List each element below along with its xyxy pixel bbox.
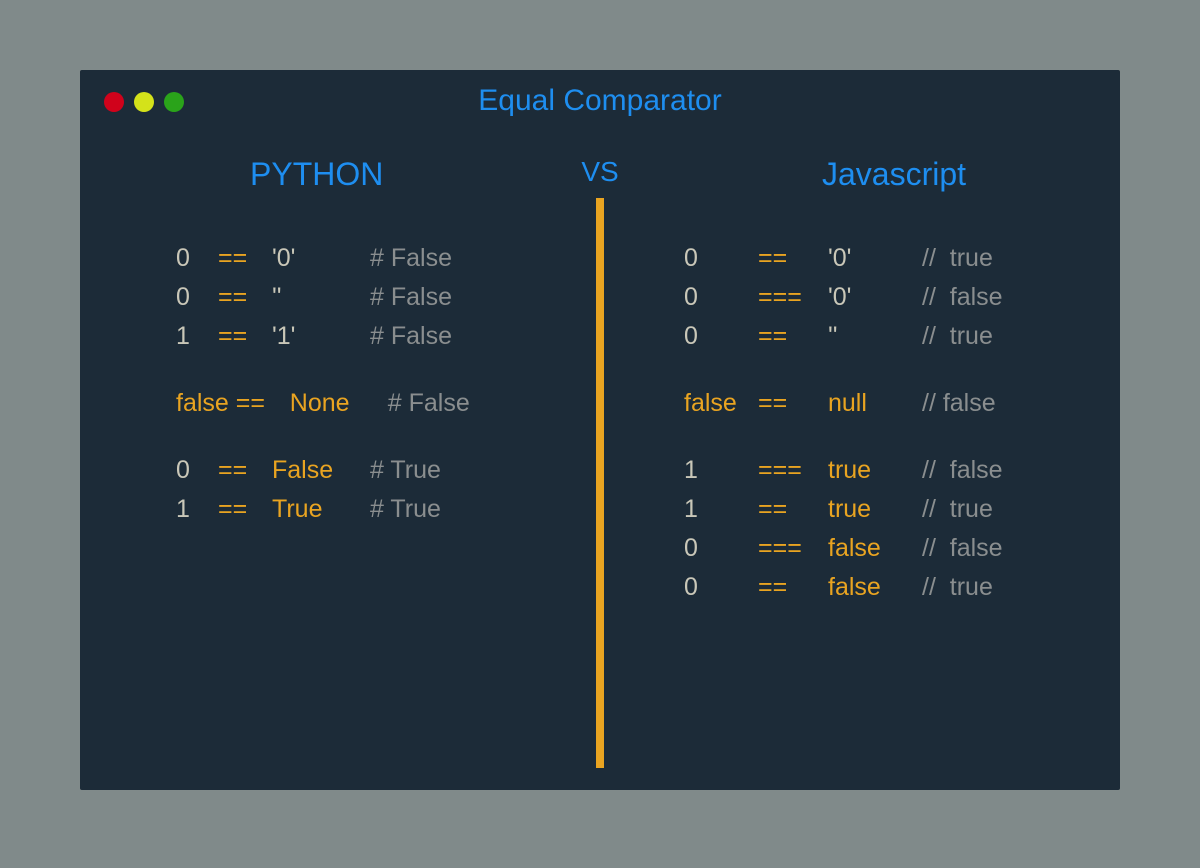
code-line: 0 === false // false [684,536,1084,561]
expr-operator: == [758,391,828,416]
expr-lhs: 1 [176,324,218,349]
expr-lhs: 1 [684,497,758,522]
expr-operator: === [758,536,828,561]
javascript-code: 0 == '0' // true 0 === '0' // false 0 == '' /… [684,246,1084,614]
code-line: false == None # False [176,391,556,416]
expr-lhs: 0 [684,324,758,349]
code-line: 0 == '' # False [176,285,556,310]
expr-lhs: false [176,391,236,416]
expr-lhs: false [684,391,758,416]
expr-operator: == [218,458,272,483]
expr-lhs: 0 [176,285,218,310]
expr-rhs: '0' [828,285,914,310]
expr-lhs: 0 [684,575,758,600]
expr-operator: == [218,324,272,349]
expr-result-comment: // false [922,536,1003,561]
expr-result-comment: # False [370,246,452,271]
expr-result-comment: // true [922,324,993,349]
expr-lhs: 1 [684,458,758,483]
code-line: 0 == false // true [684,575,1084,600]
expr-rhs: false [828,575,914,600]
vs-label: VS [80,156,1120,188]
expr-result-comment: // false [922,285,1003,310]
expr-rhs: None [290,391,380,416]
expr-operator: == [758,246,828,271]
expr-result-comment: # True [370,497,441,522]
expr-operator: == [236,391,290,416]
expr-lhs: 1 [176,497,218,522]
code-line: false == null // false [684,391,1084,416]
expr-rhs: null [828,391,914,416]
code-line: 0 == '' // true [684,324,1084,349]
expr-operator: == [218,497,272,522]
python-code: 0 == '0' # False 0 == '' # False 1 == '1' # F… [176,246,556,536]
expr-lhs: 0 [176,458,218,483]
expr-rhs: False [272,458,362,483]
expr-rhs: true [828,458,914,483]
code-window: Equal Comparator PYTHON Javascript VS 0 … [80,70,1120,790]
column-divider [596,198,604,768]
code-line: 0 == False # True [176,458,556,483]
expr-rhs: '0' [272,246,362,271]
code-line: 0 == '0' # False [176,246,556,271]
expr-result-comment: # True [370,458,441,483]
code-line: 0 === '0' // false [684,285,1084,310]
expr-operator: === [758,285,828,310]
expr-rhs: false [828,536,914,561]
expr-rhs: true [828,497,914,522]
expr-operator: === [758,458,828,483]
expr-rhs: '1' [272,324,362,349]
expr-operator: == [758,324,828,349]
expr-lhs: 0 [684,246,758,271]
code-line: 1 == '1' # False [176,324,556,349]
expr-operator: == [218,285,272,310]
expr-result-comment: // false [922,391,996,416]
code-line: 1 === true // false [684,458,1084,483]
expr-result-comment: # False [370,285,452,310]
expr-rhs: True [272,497,362,522]
expr-operator: == [758,497,828,522]
expr-operator: == [218,246,272,271]
expr-result-comment: // true [922,497,993,522]
expr-rhs: '' [272,285,362,310]
expr-result-comment: # False [388,391,470,416]
expr-lhs: 0 [684,536,758,561]
expr-lhs: 0 [176,246,218,271]
expr-lhs: 0 [684,285,758,310]
code-line: 0 == '0' // true [684,246,1084,271]
code-line: 1 == true // true [684,497,1084,522]
expr-rhs: '' [828,324,914,349]
expr-result-comment: // false [922,458,1003,483]
expr-rhs: '0' [828,246,914,271]
expr-operator: == [758,575,828,600]
expr-result-comment: // true [922,246,993,271]
expr-result-comment: # False [370,324,452,349]
window-title: Equal Comparator [80,84,1120,118]
expr-result-comment: // true [922,575,993,600]
code-line: 1 == True # True [176,497,556,522]
